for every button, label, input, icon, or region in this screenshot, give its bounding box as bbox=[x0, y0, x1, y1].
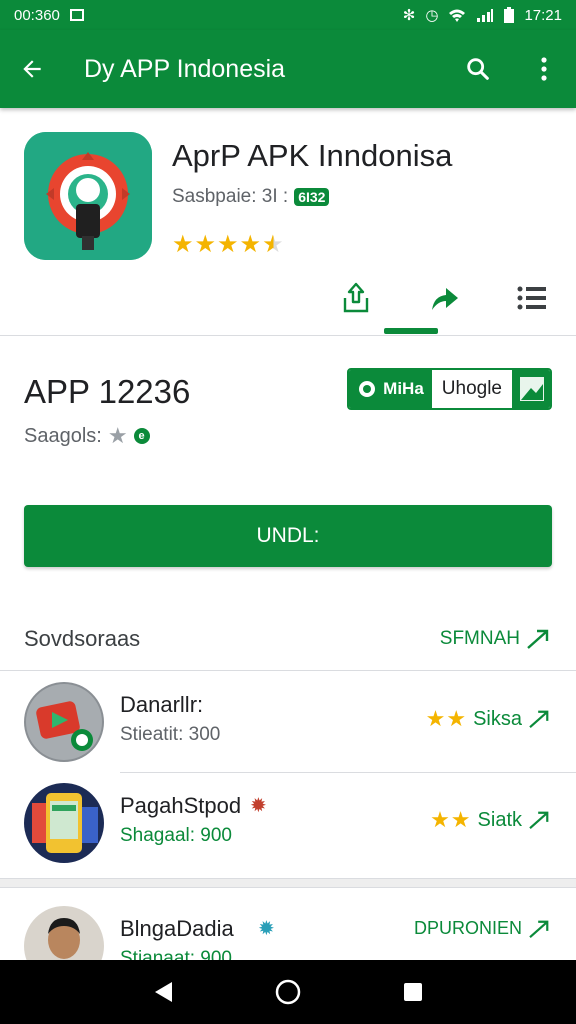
nav-home-button[interactable] bbox=[268, 972, 308, 1012]
list-item-subtitle: Shagaal: 900 bbox=[120, 825, 232, 846]
list-item[interactable]: Danarllr: Stieatit: 300 ★★ Siksa bbox=[0, 672, 576, 772]
star-outline-icon: ★ bbox=[107, 423, 128, 448]
tab-indicator bbox=[384, 328, 438, 334]
pill-mid[interactable]: Uhogle bbox=[431, 370, 512, 408]
app-subtitle: Sasbpaie: 3I : 6I32 bbox=[172, 186, 330, 208]
arrow-left-icon[interactable] bbox=[14, 51, 50, 87]
list-item-right-label: Siatk bbox=[477, 808, 522, 831]
share-upload-icon bbox=[343, 282, 369, 313]
list-item-meta: ★★ Siatk bbox=[430, 807, 552, 833]
list-item[interactable]: PagahStpod ✹ Shagaal: 900 ★★ Siatk bbox=[24, 772, 576, 872]
sources-row: Saagols: ★ e bbox=[24, 423, 150, 449]
app-icon bbox=[24, 132, 152, 260]
list-item-title: Danarllr: bbox=[120, 692, 204, 717]
info-section: APP 12236 Saagols: ★ e MiHa Uhogle UNDL: bbox=[0, 337, 576, 607]
app-tabs bbox=[332, 276, 556, 320]
list-item-meta: DPURONIEN bbox=[414, 918, 552, 939]
pill-mid-label: Uhogle bbox=[441, 378, 502, 399]
tab-list[interactable] bbox=[508, 276, 556, 320]
status-bar: 00:360 ✻ ◷ 17:21 bbox=[0, 0, 576, 30]
back-triangle-icon bbox=[154, 982, 172, 1002]
full-stars: ★★★★ bbox=[172, 231, 263, 258]
status-time-right: 17:21 bbox=[524, 6, 562, 24]
tab-share[interactable] bbox=[332, 276, 380, 320]
sources-label: Saagols: bbox=[24, 424, 102, 447]
section-divider bbox=[0, 878, 576, 888]
see-more-link[interactable]: SFMNAH bbox=[440, 628, 552, 650]
similar-title: Sovdsoraas bbox=[24, 625, 141, 651]
search-icon[interactable] bbox=[460, 51, 496, 87]
person-avatar bbox=[24, 906, 104, 960]
app-bar-title: Dy APP Indonesia bbox=[84, 54, 286, 83]
arrow-right-icon bbox=[527, 629, 549, 649]
half-star: ★ bbox=[262, 231, 285, 258]
wifi-icon bbox=[449, 9, 466, 22]
list-item[interactable]: BlngaDadia ✹ Stianaat: 900 DPURONIEN bbox=[0, 888, 576, 960]
install-button[interactable]: UNDL: bbox=[24, 505, 552, 567]
recents-square-icon bbox=[404, 983, 423, 1001]
app-name: AprP APK Inndonisa bbox=[172, 138, 453, 173]
signal-icon bbox=[477, 9, 494, 22]
app-header: AprP APK Inndonisa Sasbpaie: 3I : 6I32 ★… bbox=[0, 110, 576, 336]
app-bar: Dy APP Indonesia bbox=[0, 30, 576, 108]
nav-recents-button[interactable] bbox=[393, 972, 433, 1012]
battery-icon bbox=[504, 7, 515, 23]
nav-back-button[interactable] bbox=[143, 972, 183, 1012]
action-pill[interactable]: MiHa Uhogle bbox=[347, 368, 552, 410]
rating-stars: ★★★★★ bbox=[172, 230, 285, 259]
status-time-left: 00:360 bbox=[14, 6, 60, 24]
list-item-right-label: Siksa bbox=[473, 707, 522, 730]
app-avatar bbox=[24, 682, 104, 762]
app-subtitle-text: Sasbpaie: 3I : bbox=[172, 186, 289, 207]
more-vert-icon[interactable] bbox=[526, 51, 562, 87]
list-item-title: BlngaDadia bbox=[120, 916, 234, 941]
pill-right-button[interactable] bbox=[512, 370, 550, 408]
list-item-subtitle: Stianaat: 900 bbox=[120, 948, 232, 960]
arrow-right-icon bbox=[529, 710, 549, 728]
image-icon bbox=[520, 377, 544, 401]
forward-arrow-icon bbox=[432, 288, 458, 310]
app-version: APP 12236 bbox=[24, 373, 191, 410]
install-label: UNDL: bbox=[256, 524, 320, 547]
similar-list: Danarllr: Stieatit: 300 ★★ Siksa PagahSt… bbox=[0, 672, 576, 872]
sparkle-icon: ✹ bbox=[258, 918, 275, 940]
arrow-right-icon bbox=[529, 811, 549, 829]
subtitle-badge: 6I32 bbox=[294, 188, 330, 206]
sparkle-icon: ✹ bbox=[250, 795, 267, 817]
list-item-meta: ★★ Siksa bbox=[426, 706, 552, 732]
similar-header: Sovdsoraas SFMNAH bbox=[0, 607, 576, 671]
pill-toggle-icon bbox=[359, 381, 376, 397]
list-item-right-label: DPURONIEN bbox=[413, 918, 522, 938]
see-more-label: SFMNAH bbox=[439, 627, 520, 649]
tab-forward[interactable] bbox=[420, 276, 468, 320]
list-icon bbox=[517, 286, 546, 310]
alarm-icon: ◷ bbox=[425, 7, 439, 24]
app-avatar bbox=[24, 783, 104, 863]
list-item-stars: ★★ bbox=[430, 807, 472, 832]
system-nav-bar bbox=[0, 960, 576, 1024]
notification-icon bbox=[69, 9, 84, 21]
arrow-right-icon bbox=[529, 920, 549, 938]
list-item-title: PagahStpod bbox=[120, 793, 242, 818]
pill-left-label: MiHa bbox=[383, 379, 424, 398]
list-item-stars: ★★ bbox=[425, 706, 468, 731]
bluetooth-icon: ✻ bbox=[402, 7, 416, 24]
pill-left[interactable]: MiHa bbox=[349, 370, 432, 408]
list-item-subtitle: Stieatit: 300 bbox=[120, 724, 221, 745]
home-circle-icon bbox=[275, 979, 301, 1005]
info-dot-icon: e bbox=[133, 428, 150, 444]
